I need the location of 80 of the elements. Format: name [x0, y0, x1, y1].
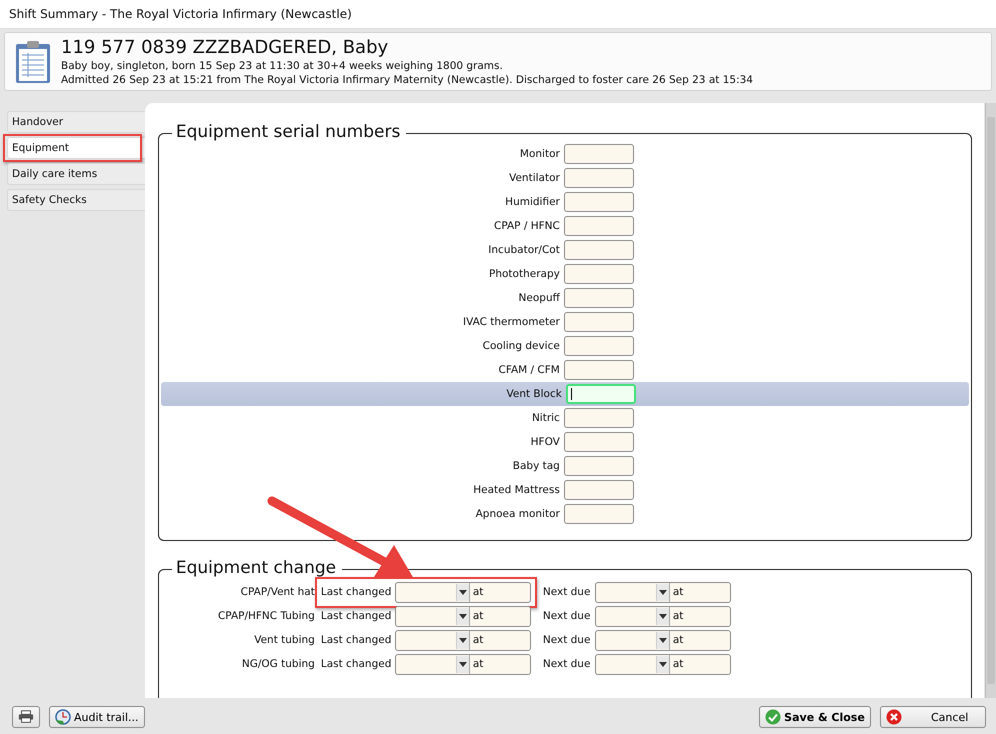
dropdown-icon[interactable]: [656, 608, 669, 624]
patient-details: Baby boy, singleton, born 15 Sep 23 at 11:30 at 30+4 weeks weighing 1800 grams.: [61, 58, 504, 72]
scrollbar[interactable]: [985, 103, 996, 698]
checkmark-icon: [765, 709, 782, 725]
patient-name: 119 577 0839 ZZZBADGERED, Baby: [61, 36, 390, 58]
input-field[interactable]: [564, 336, 634, 356]
date-time-field[interactable]: at: [394, 630, 531, 650]
date-time-field[interactable]: at: [394, 654, 531, 674]
input-field[interactable]: [564, 168, 634, 188]
window-title: Shift Summary - The Royal Victoria Infirmary (Newcastle): [9, 7, 352, 21]
field-label: Cooling device: [482, 340, 561, 352]
input-field[interactable]: [564, 360, 634, 380]
field-label: Monitor: [518, 148, 561, 160]
field-label: CFAM / CFM: [498, 364, 561, 376]
field-label: Vent tubing: [253, 634, 316, 646]
field-label: Neopuff: [518, 292, 561, 304]
field-label: Last changed: [320, 586, 392, 598]
field-label: Incubator/Cot: [487, 244, 561, 256]
input-field[interactable]: [566, 384, 636, 404]
field-label: HFOV: [530, 436, 561, 448]
sidebar-tab[interactable]: Daily care items: [7, 163, 145, 185]
audit-trail-button[interactable]: Audit trail...: [49, 706, 145, 728]
input-field[interactable]: [564, 504, 634, 524]
sidebar-tab[interactable]: Safety Checks: [7, 189, 145, 211]
dropdown-icon[interactable]: [456, 608, 469, 624]
field-label: Next due: [542, 586, 592, 598]
input-field[interactable]: [564, 288, 634, 308]
input-field[interactable]: [564, 192, 634, 212]
input-field[interactable]: [564, 408, 634, 428]
dropdown-icon[interactable]: [656, 632, 669, 648]
input-field[interactable]: [564, 432, 634, 452]
input-field[interactable]: [564, 480, 634, 500]
field-label: Next due: [542, 634, 592, 646]
dropdown-icon[interactable]: [656, 584, 669, 600]
input-field[interactable]: [564, 264, 634, 284]
field-label: Ventilator: [508, 172, 561, 184]
date-time-field[interactable]: at: [594, 582, 731, 602]
printer-icon: [18, 710, 34, 724]
input-field[interactable]: [564, 456, 634, 476]
field-label: CPAP/Vent hat: [240, 586, 316, 598]
field-label: Heated Mattress: [472, 484, 561, 496]
field-label: Last changed: [320, 610, 392, 622]
input-field[interactable]: [564, 216, 634, 236]
dropdown-icon[interactable]: [456, 656, 469, 672]
date-time-field[interactable]: at: [594, 630, 731, 650]
clock-icon: [55, 709, 71, 725]
input-field[interactable]: [564, 312, 634, 332]
close-icon: [886, 709, 902, 725]
field-label: Vent Block: [506, 388, 563, 400]
section-title: Equipment change: [172, 557, 342, 579]
field-label: Phototherapy: [488, 268, 561, 280]
date-time-field[interactable]: at: [394, 606, 531, 626]
field-label: Baby tag: [512, 460, 561, 472]
field-label: Last changed: [320, 634, 392, 646]
dropdown-icon[interactable]: [456, 584, 469, 600]
save-close-button[interactable]: Save & Close: [759, 706, 871, 728]
admission-details: Admitted 26 Sep 23 at 15:21 from The Royal Victoria Infirmary Maternity (Newcastle). Discharged to foster care 26 Sep 23 at 15:34: [61, 72, 753, 86]
field-label: NG/OG tubing: [240, 658, 316, 670]
field-label: Humidifier: [504, 196, 561, 208]
field-label: Last changed: [320, 658, 392, 670]
field-label: Nitric: [530, 412, 561, 424]
clipboard-icon: [15, 40, 51, 84]
input-field[interactable]: [564, 240, 634, 260]
dropdown-icon[interactable]: [456, 632, 469, 648]
input-field[interactable]: [564, 144, 634, 164]
date-time-field[interactable]: at: [594, 654, 731, 674]
field-label: Apnoea monitor: [474, 508, 561, 520]
cancel-button[interactable]: Cancel: [880, 706, 986, 728]
dropdown-icon[interactable]: [656, 656, 669, 672]
field-label: Next due: [542, 610, 592, 622]
section-title: Equipment serial numbers: [172, 121, 406, 143]
field-label: Next due: [542, 658, 592, 670]
sidebar-tab[interactable]: Equipment: [7, 137, 145, 159]
field-label: IVAC thermometer: [462, 316, 561, 328]
field-label: CPAP/HFNC Tubing: [216, 610, 316, 622]
print-button[interactable]: [12, 706, 40, 728]
field-label: CPAP / HFNC: [493, 220, 561, 232]
date-time-field[interactable]: at: [394, 582, 531, 602]
date-time-field[interactable]: at: [594, 606, 731, 626]
sidebar-tab[interactable]: Handover: [7, 111, 145, 133]
